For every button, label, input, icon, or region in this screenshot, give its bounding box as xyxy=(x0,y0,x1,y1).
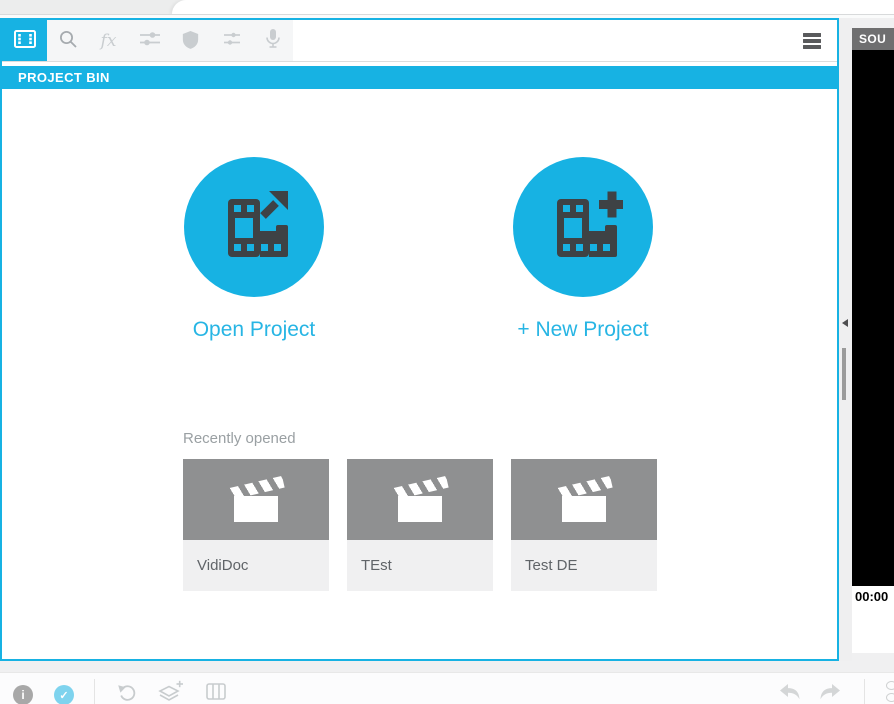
clapperboard-icon xyxy=(552,472,616,528)
recent-project-card[interactable]: Test DE xyxy=(511,459,657,591)
new-project-button[interactable] xyxy=(513,157,653,297)
mixer-icon xyxy=(220,30,244,51)
sliders-icon xyxy=(138,30,162,51)
recently-opened-label: Recently opened xyxy=(183,430,296,447)
browser-tab[interactable] xyxy=(172,0,894,14)
project-thumbnail xyxy=(511,459,657,540)
shield-button[interactable] xyxy=(170,20,211,61)
tab-project-bin[interactable] xyxy=(2,20,47,61)
open-project-button[interactable] xyxy=(184,157,324,297)
hamburger-menu-button[interactable] xyxy=(803,33,821,49)
recent-project-card[interactable]: TEst xyxy=(347,459,493,591)
project-bin-title: PROJECT BIN xyxy=(18,70,110,85)
project-name: TEst xyxy=(347,540,493,591)
recent-projects-list: VidiDoc TEst Test DE xyxy=(183,459,675,591)
mixer-sliders-button[interactable] xyxy=(211,20,252,61)
new-project-label[interactable]: + New Project xyxy=(443,318,723,342)
source-video-preview[interactable] xyxy=(852,50,894,586)
splitter-handle[interactable] xyxy=(842,348,846,400)
reset-button[interactable] xyxy=(117,682,137,704)
microphone-icon xyxy=(263,27,283,54)
hamburger-icon xyxy=(803,33,821,37)
redo-icon xyxy=(819,688,841,703)
undo-icon xyxy=(779,688,801,703)
adjust-sliders-button[interactable] xyxy=(129,20,170,61)
clipped-icon xyxy=(886,681,894,690)
search-icon xyxy=(58,29,78,52)
project-bin-panel: fx xyxy=(0,18,839,661)
browser-strip xyxy=(0,0,894,14)
approve-button[interactable]: ✓ xyxy=(54,685,74,704)
source-timecode: 00:00 xyxy=(852,586,894,604)
project-name: Test DE xyxy=(511,540,657,591)
clapperboard-icon xyxy=(388,472,452,528)
project-name: VidiDoc xyxy=(183,540,329,591)
top-toolbar: fx xyxy=(2,20,837,62)
app-screen: fx xyxy=(0,0,894,704)
project-bin-header: PROJECT BIN xyxy=(2,66,837,89)
new-project-icon xyxy=(543,185,623,270)
check-icon: ✓ xyxy=(59,689,68,702)
recent-project-card[interactable]: VidiDoc xyxy=(183,459,329,591)
source-info-area: 00:00 xyxy=(852,586,894,653)
shield-icon xyxy=(182,30,199,52)
layers-plus-icon xyxy=(157,692,183,704)
open-project-action: Open Project xyxy=(114,157,394,342)
filmstrip-icon xyxy=(14,30,36,51)
search-button[interactable] xyxy=(47,20,88,61)
toolbar-divider xyxy=(864,679,865,704)
rotate-ccw-icon xyxy=(117,690,137,704)
project-bin-content: Open Project xyxy=(2,89,837,658)
effects-button[interactable]: fx xyxy=(88,20,129,61)
add-layer-button[interactable] xyxy=(157,680,183,704)
fx-icon: fx xyxy=(101,31,117,51)
bin-columns-icon xyxy=(206,688,226,703)
source-panel-title: SOU xyxy=(859,32,886,46)
clipped-icon xyxy=(886,693,894,702)
toolbar-divider xyxy=(94,679,95,704)
project-thumbnail xyxy=(347,459,493,540)
info-button[interactable]: i xyxy=(13,685,33,704)
panel-gutter xyxy=(839,18,852,661)
microphone-button[interactable] xyxy=(252,20,293,61)
clapperboard-icon xyxy=(224,472,288,528)
open-project-icon xyxy=(214,185,294,270)
source-panel-header: SOU xyxy=(852,28,894,50)
open-project-label[interactable]: Open Project xyxy=(114,318,394,342)
info-icon: i xyxy=(21,688,24,702)
new-project-action: + New Project xyxy=(443,157,723,342)
bottom-toolbar: i ✓ xyxy=(0,672,894,704)
project-thumbnail xyxy=(183,459,329,540)
collapse-panel-arrow[interactable] xyxy=(842,319,848,327)
project-bin-view-button[interactable] xyxy=(206,683,226,703)
redo-button[interactable] xyxy=(819,684,841,703)
undo-button[interactable] xyxy=(779,684,801,703)
source-panel: SOU 00:00 xyxy=(852,18,894,661)
